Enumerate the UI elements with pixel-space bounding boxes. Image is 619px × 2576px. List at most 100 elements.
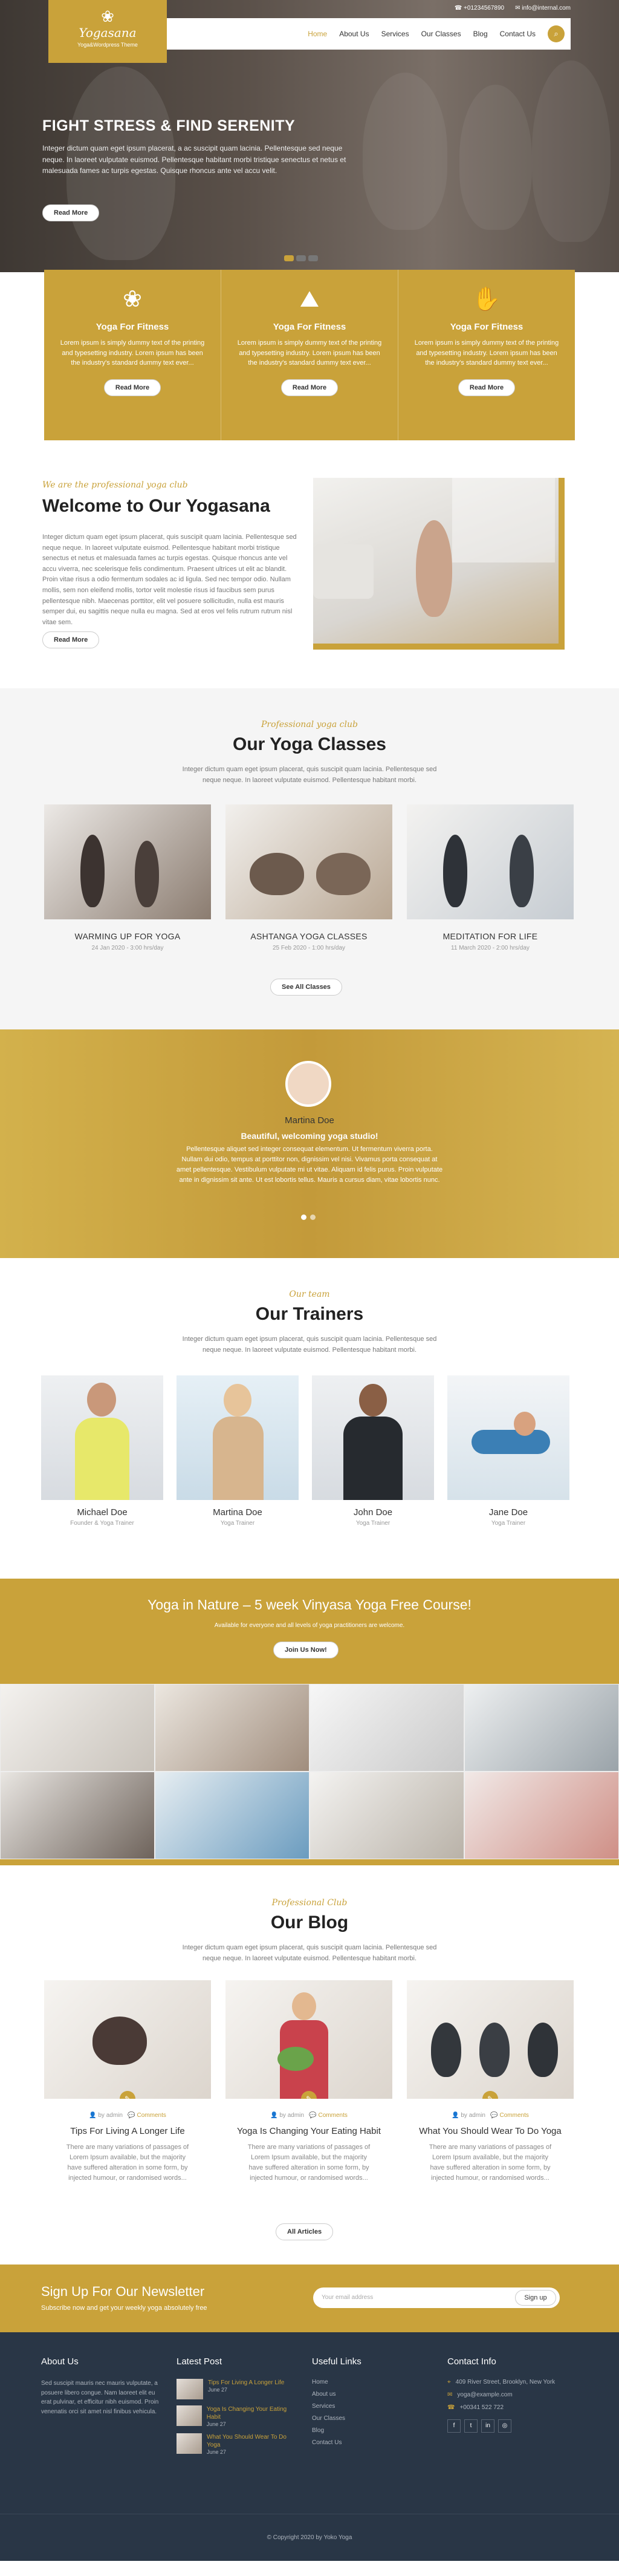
figure <box>92 2017 147 2065</box>
figure <box>250 853 304 895</box>
welcome-read-more-button[interactable]: Read More <box>42 631 100 648</box>
linkedin-icon[interactable]: in <box>481 2419 494 2433</box>
comment-icon: 💬 <box>490 2112 500 2119</box>
post-title[interactable]: Tips For Living A Longer Life <box>44 2126 211 2136</box>
logo-tagline: Yoga&Wordpress Theme <box>77 42 138 48</box>
blog-post[interactable]: ✎ 👤 by admin 💬 Comments Tips For Living … <box>44 1980 211 2183</box>
sign-up-button[interactable]: Sign up <box>515 2290 556 2306</box>
body <box>75 1418 129 1500</box>
latest-post[interactable]: What You Should Wear To Do Yoga June 27 <box>177 2433 297 2455</box>
footer-link-classes[interactable]: Our Classes <box>312 2415 433 2422</box>
footer-link-blog[interactable]: Blog <box>312 2427 433 2434</box>
nav-home[interactable]: Home <box>308 30 327 38</box>
class-card[interactable]: ASHTANGA YOGA CLASSES 25 Feb 2020 - 1:00… <box>225 804 392 951</box>
latest-post[interactable]: Tips For Living A Longer Life June 27 <box>177 2379 297 2399</box>
trainer-name: Jane Doe <box>488 1507 528 1518</box>
footer-useful-links: Useful Links Home About us Services Our … <box>312 2356 433 2451</box>
facebook-icon[interactable]: f <box>447 2419 461 2433</box>
footer-contact-title: Contact Info <box>447 2356 496 2367</box>
gallery-image[interactable] <box>310 1772 464 1859</box>
hero-read-more-button[interactable]: Read More <box>42 204 100 221</box>
see-all-classes-button[interactable]: See All Classes <box>270 979 342 996</box>
trainer-card[interactable]: Michael Doe Founder & Yoga Trainer <box>41 1375 163 1527</box>
nav-about[interactable]: About Us <box>339 30 369 38</box>
classes-section: Professional yoga club Our Yoga Classes … <box>0 688 619 1029</box>
contact-address: ⌖ 409 River Street, Brooklyn, New York <box>447 2379 556 2385</box>
testimonial-dot[interactable] <box>301 1215 306 1220</box>
trainers-title: Our Trainers <box>255 1304 364 1324</box>
logo[interactable]: ❀ Yogasana Yoga&Wordpress Theme <box>48 0 167 63</box>
blog-post[interactable]: ✎ 👤 by admin 💬 Comments Yoga Is Changing… <box>225 1980 392 2183</box>
latest-post-title[interactable]: Tips For Living A Longer Life <box>208 2379 284 2387</box>
meditation-photo <box>313 478 559 644</box>
comment-icon: 💬 <box>128 2112 137 2119</box>
footer-link-about[interactable]: About us <box>312 2391 433 2398</box>
nav-blog[interactable]: Blog <box>473 30 488 38</box>
footer-link-contact[interactable]: Contact Us <box>312 2439 433 2446</box>
phone-icon: ☎ <box>454 5 464 11</box>
testimonial-pagination <box>301 1215 316 1220</box>
slider-dot[interactable] <box>308 255 318 261</box>
trainer-card[interactable]: Martina Doe Yoga Trainer <box>177 1375 299 1527</box>
gallery-image[interactable] <box>464 1684 619 1772</box>
nav-classes[interactable]: Our Classes <box>421 30 461 38</box>
post-meta: 👤 by admin 💬 Comments <box>270 2112 348 2119</box>
class-card[interactable]: MEDITATION FOR LIFE 11 March 2020 - 2:00… <box>407 804 574 951</box>
instagram-icon[interactable]: ◎ <box>498 2419 511 2433</box>
welcome-subtitle: We are the professional yoga club <box>42 480 188 490</box>
sofa <box>313 544 374 599</box>
feature-title: Yoga For Fitness <box>96 322 169 332</box>
user-icon: 👤 <box>89 2112 99 2119</box>
phone-link[interactable]: ☎ +01234567890 <box>455 5 504 11</box>
trainer-photo <box>447 1375 569 1500</box>
photo-gallery <box>0 1684 619 1865</box>
contact-email[interactable]: ✉ yoga@example.com <box>447 2392 568 2398</box>
hands-icon: ✋ <box>472 287 501 312</box>
gallery-image[interactable] <box>155 1684 310 1772</box>
slider-dot[interactable] <box>284 255 294 261</box>
testimonial-dot[interactable] <box>310 1215 316 1220</box>
testimonial-name: Martina Doe <box>285 1115 334 1126</box>
latest-post[interactable]: Yoga Is Changing Your Eating Habit June 2… <box>177 2405 297 2427</box>
join-us-button[interactable]: Join Us Now! <box>273 1642 339 1658</box>
class-title: WARMING UP FOR YOGA <box>74 931 181 941</box>
salad <box>277 2047 314 2071</box>
post-title[interactable]: Yoga Is Changing Your Eating Habit <box>225 2126 392 2136</box>
class-title: ASHTANGA YOGA CLASSES <box>250 931 368 941</box>
trainer-role: Yoga Trainer <box>355 1520 391 1527</box>
gallery-image[interactable] <box>464 1772 619 1859</box>
copyright: © Copyright 2020 by Yoko Yoga <box>0 2514 619 2561</box>
feature-read-more-button[interactable]: Read More <box>103 379 161 396</box>
figure <box>510 835 534 907</box>
gallery-image[interactable] <box>310 1684 464 1772</box>
latest-post-title[interactable]: What You Should Wear To Do Yoga <box>207 2433 297 2449</box>
trainer-card[interactable]: Jane Doe Yoga Trainer <box>447 1375 569 1527</box>
figure <box>431 2023 461 2077</box>
latest-post-title[interactable]: Yoga Is Changing Your Eating Habit <box>207 2405 297 2421</box>
blog-post[interactable]: ✎ 👤 by admin 💬 Comments What You Should … <box>407 1980 574 2183</box>
trainer-card[interactable]: John Doe Yoga Trainer <box>312 1375 434 1527</box>
footer-link-services[interactable]: Services <box>312 2403 433 2410</box>
search-icon[interactable]: ⌕ <box>548 25 565 42</box>
footer-latest-posts: Latest Post Tips For Living A Longer Lif… <box>177 2356 297 2461</box>
slider-dot[interactable] <box>296 255 306 261</box>
contact-phone[interactable]: ☎ +00341 522 722 <box>447 2404 568 2411</box>
gallery-image[interactable] <box>0 1684 155 1772</box>
nav-contact[interactable]: Contact Us <box>500 30 536 38</box>
class-card[interactable]: WARMING UP FOR YOGA 24 Jan 2020 - 3:00 h… <box>44 804 211 951</box>
twitter-icon[interactable]: t <box>464 2419 478 2433</box>
pin-icon: ✎ <box>120 2091 135 2099</box>
post-image: ✎ <box>407 1980 574 2099</box>
email-link[interactable]: ✉ info@internal.com <box>515 5 571 11</box>
footer-link-home[interactable]: Home <box>312 2379 433 2385</box>
feature-read-more-button[interactable]: Read More <box>458 379 516 396</box>
gallery-image[interactable] <box>0 1772 155 1859</box>
post-title[interactable]: What You Should Wear To Do Yoga <box>407 2126 574 2136</box>
nav-services[interactable]: Services <box>381 30 409 38</box>
post-thumbnail <box>177 2433 203 2454</box>
avatar <box>285 1061 331 1107</box>
gallery-image[interactable] <box>155 1772 310 1859</box>
feature-read-more-button[interactable]: Read More <box>280 379 339 396</box>
footer: About Us Sed suscipit mauris nec mauris … <box>0 2332 619 2514</box>
all-articles-button[interactable]: All Articles <box>276 2223 334 2240</box>
